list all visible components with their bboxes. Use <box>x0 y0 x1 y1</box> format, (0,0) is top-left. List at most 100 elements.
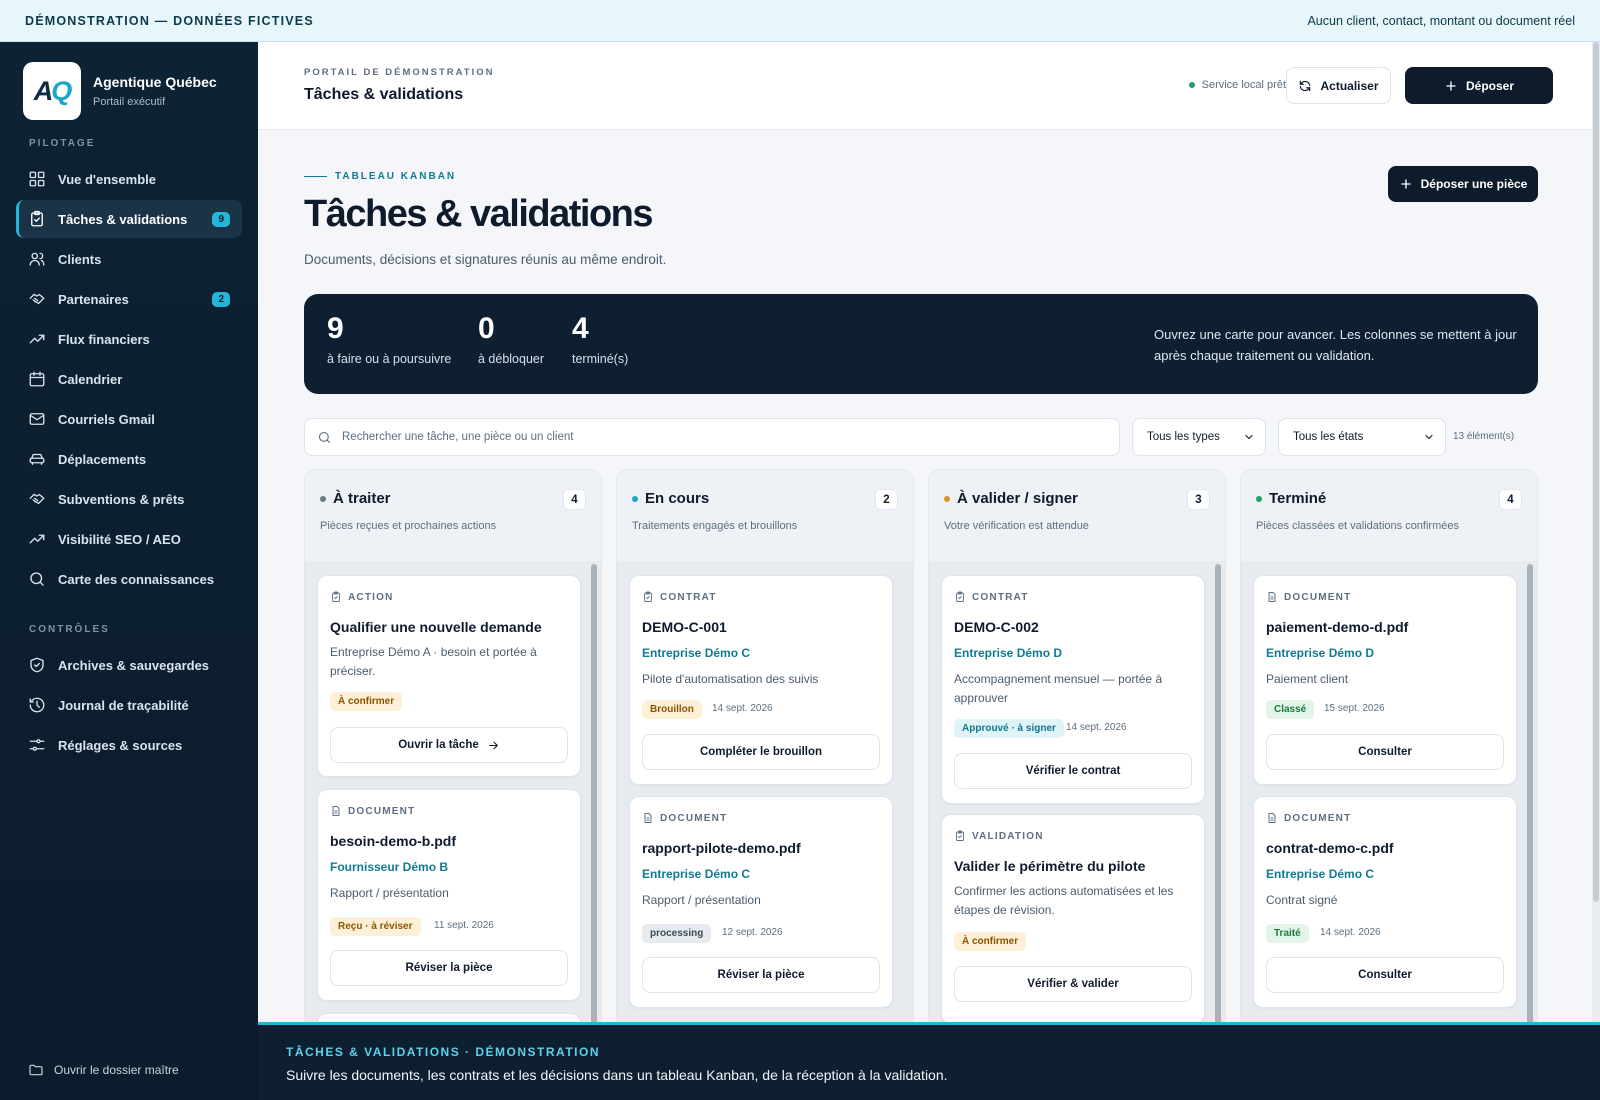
column-count: 4 <box>1499 489 1522 510</box>
card-date: 11 sept. 2026 <box>434 920 494 931</box>
column-scrollbar[interactable] <box>591 564 597 1024</box>
refresh-button[interactable]: Actualiser <box>1286 67 1391 104</box>
section-pilotage: PILOTAGE <box>29 138 96 149</box>
main-subtitle: Documents, décisions et signatures réuni… <box>304 252 667 267</box>
consult-button[interactable]: Consulter <box>1266 957 1504 993</box>
kanban-column-in-progress: En cours 2 Traitements engagés et brouil… <box>616 469 914 1029</box>
sidebar-item-grants[interactable]: Subventions & prêts <box>16 480 242 518</box>
sidebar-item-calendar[interactable]: Calendrier <box>16 360 242 398</box>
card-date: 15 sept. 2026 <box>1324 703 1385 714</box>
status-badge: Classé <box>1266 700 1315 719</box>
card-desc: Contrat signé <box>1266 893 1338 907</box>
sidebar-item-seo[interactable]: Visibilité SEO / AEO <box>16 520 242 558</box>
sidebar-item-travel[interactable]: Déplacements <box>16 440 242 478</box>
brand[interactable]: AQ Agentique Québec Portail exécutif <box>23 62 217 120</box>
task-card[interactable]: DOCUMENT contrat-demo-c.pdf Entreprise D… <box>1253 796 1517 1008</box>
card-type: DOCUMENT <box>642 812 727 824</box>
main-heading: Tâches & validations <box>304 193 654 235</box>
task-card[interactable]: ACTION Qualifier une nouvelle demande En… <box>317 575 581 777</box>
top-bar: PORTAIL DE DÉMONSTRATION Tâches & valida… <box>258 42 1600 130</box>
column-scrollbar[interactable] <box>1215 564 1221 1024</box>
arrow-right-icon <box>487 739 500 752</box>
card-type-label: ACTION <box>348 591 394 603</box>
banner-note: Aucun client, contact, montant ou docume… <box>1307 13 1575 28</box>
deposit-button[interactable]: Déposer <box>1405 67 1553 104</box>
document-icon <box>330 805 342 817</box>
verify-validate-button[interactable]: Vérifier & valider <box>954 966 1192 1002</box>
card-type: DOCUMENT <box>330 805 415 817</box>
task-card[interactable]: DOCUMENT paiement-demo-d.pdf Entreprise … <box>1253 575 1517 785</box>
type-filter-select[interactable]: Tous les types <box>1132 418 1266 456</box>
sidebar-item-audit-log[interactable]: Journal de traçabilité <box>16 686 242 724</box>
sidebar-item-clients[interactable]: Clients <box>16 240 242 278</box>
card-type: CONTRAT <box>642 591 717 603</box>
open-master-folder-link[interactable]: Ouvrir le dossier maître <box>28 1062 179 1078</box>
card-desc: Accompagnement mensuel — portée à approu… <box>954 672 1163 705</box>
main-content: TABLEAU KANBAN Tâches & validations Docu… <box>258 131 1600 1100</box>
open-task-button[interactable]: Ouvrir la tâche <box>330 727 568 763</box>
calendar-icon <box>28 370 46 388</box>
column-scrollbar[interactable] <box>1527 564 1533 1024</box>
consult-label: Consulter <box>1358 969 1412 981</box>
stat-value: 9 <box>327 312 344 345</box>
card-desc: Rapport / présentation <box>330 886 449 900</box>
sidebar-item-partners[interactable]: Partenaires 2 <box>16 280 242 318</box>
consult-button[interactable]: Consulter <box>1266 734 1504 770</box>
search-input[interactable]: Rechercher une tâche, une pièce ou un cl… <box>304 418 1120 456</box>
sidebar-item-overview[interactable]: Vue d'ensemble <box>16 160 242 198</box>
consult-label: Consulter <box>1358 746 1412 758</box>
card-type: DOCUMENT <box>1266 812 1351 824</box>
column-count: 4 <box>563 489 586 510</box>
stat-value: 0 <box>478 312 495 345</box>
sidebar-item-archives[interactable]: Archives & sauvegardes <box>16 646 242 684</box>
card-desc: Paiement client <box>1266 672 1349 686</box>
task-card[interactable]: DOCUMENT besoin-demo-b.pdf Fournisseur D… <box>317 789 581 1001</box>
sidebar-item-knowledge-map[interactable]: Carte des connaissances <box>16 560 242 598</box>
sidebar: AQ Agentique Québec Portail exécutif PIL… <box>0 42 258 1100</box>
card-company: Entreprise Démo C <box>1266 867 1375 881</box>
column-title: Terminé <box>1269 490 1327 507</box>
card-title: DEMO-C-001 <box>642 619 727 635</box>
sidebar-item-label: Visibilité SEO / AEO <box>58 531 181 547</box>
complete-draft-button[interactable]: Compléter le brouillon <box>642 734 880 770</box>
footer-kicker: TÂCHES & VALIDATIONS · DÉMONSTRATION <box>286 1045 600 1059</box>
upload-piece-button[interactable]: Déposer une pièce <box>1388 166 1538 202</box>
card-title: rapport-pilote-demo.pdf <box>642 840 801 856</box>
clipboard-icon <box>330 591 342 603</box>
review-piece-button[interactable]: Réviser la pièce <box>330 950 568 986</box>
sidebar-item-gmail[interactable]: Courriels Gmail <box>16 400 242 438</box>
task-card[interactable]: CONTRAT DEMO-C-002 Entreprise Démo D Acc… <box>941 575 1205 804</box>
status-badge: À confirmer <box>330 692 403 711</box>
service-status: Service local prêt <box>1188 79 1286 91</box>
kanban-column-done: Terminé 4 Pièces classées et validations… <box>1240 469 1538 1029</box>
column-header: Terminé <box>1256 490 1326 507</box>
task-card[interactable]: VALIDATION Valider le périmètre du pilot… <box>941 814 1205 1024</box>
column-dot-icon <box>632 495 638 502</box>
card-type: CONTRAT <box>954 591 1029 603</box>
open-master-folder-label: Ouvrir le dossier maître <box>54 1063 179 1077</box>
banner-label: DÉMONSTRATION — DONNÉES FICTIVES <box>25 13 314 28</box>
review-piece-button[interactable]: Réviser la pièce <box>642 957 880 993</box>
plus-icon <box>1399 177 1413 191</box>
review-piece-label: Réviser la pièce <box>405 962 493 974</box>
column-desc: Pièces reçues et prochaines actions <box>320 520 497 532</box>
status-badge: Brouillon <box>642 700 702 719</box>
sidebar-item-settings[interactable]: Réglages & sources <box>16 726 242 764</box>
brand-name: Agentique Québec <box>93 74 217 90</box>
card-company: Fournisseur Démo B <box>330 860 449 874</box>
summary-note: Ouvrez une carte pour avancer. Les colon… <box>1154 327 1517 363</box>
sidebar-item-finance[interactable]: Flux financiers <box>16 320 242 358</box>
upload-piece-label: Déposer une pièce <box>1420 177 1528 191</box>
state-filter-select[interactable]: Tous les états <box>1278 418 1446 456</box>
card-company: Entreprise Démo D <box>954 646 1063 660</box>
document-icon <box>1266 591 1278 603</box>
page-scrollbar[interactable] <box>1592 42 1600 1022</box>
verify-contract-button[interactable]: Vérifier le contrat <box>954 753 1192 789</box>
sidebar-item-label: Flux financiers <box>58 331 150 347</box>
task-card[interactable]: CONTRAT DEMO-C-001 Entreprise Démo C Pil… <box>629 575 893 785</box>
sidebar-item-label: Carte des connaissances <box>58 571 215 587</box>
search-icon <box>28 570 46 588</box>
column-header: À valider / signer <box>944 490 1078 507</box>
sidebar-item-tasks[interactable]: Tâches & validations 9 <box>16 200 242 238</box>
task-card[interactable]: DOCUMENT rapport-pilote-demo.pdf Entrepr… <box>629 796 893 1008</box>
